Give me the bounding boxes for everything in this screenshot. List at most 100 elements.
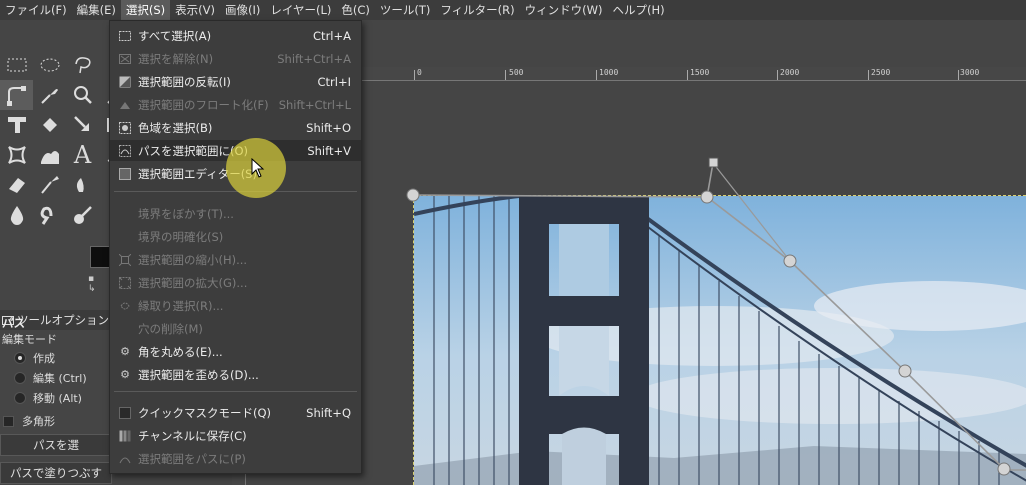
menu-item-label: 選択を解除(N): [138, 51, 214, 66]
ruler-label: 0: [417, 68, 422, 77]
menu-filters[interactable]: フィルター(R): [435, 0, 519, 20]
fill-path-button[interactable]: パスで塗りつぶす: [0, 462, 112, 484]
menu-tools[interactable]: ツール(T): [375, 0, 436, 20]
menu-item-shortcut: Shift+Ctrl+A: [277, 51, 351, 66]
mouse-cursor-icon: [251, 158, 265, 178]
select-menu: すべて選択(A) Ctrl+A 選択を解除(N) Shift+Ctrl+A 選択…: [109, 20, 362, 474]
menu-by-color[interactable]: 色域を選択(B) Shift+O: [110, 117, 361, 138]
blur-icon[interactable]: [0, 200, 33, 230]
radio-indicator: [14, 352, 26, 364]
align-icon[interactable]: [33, 110, 66, 140]
bucket-fill-icon[interactable]: [33, 140, 66, 170]
menu-item-shortcut: Shift+Ctrl+L: [278, 97, 351, 112]
dodge-icon[interactable]: [33, 200, 66, 230]
text-icon[interactable]: A: [66, 140, 99, 170]
menu-separator: [114, 191, 357, 192]
ruler-label: 2500: [871, 68, 891, 77]
menu-shrink[interactable]: 選択範囲の縮小(H)...: [110, 249, 361, 270]
menu-remove-holes[interactable]: 穴の削除(M): [110, 318, 361, 339]
move-icon[interactable]: [0, 110, 33, 140]
paintbrush-icon[interactable]: [66, 200, 99, 230]
paths-tool-icon[interactable]: [0, 80, 33, 110]
menu-rounded-rectangle[interactable]: ⚙ 角を丸める(E)...: [110, 341, 361, 362]
free-select-icon[interactable]: [66, 50, 99, 80]
invert-icon: [118, 75, 132, 89]
zoom-icon[interactable]: [66, 80, 99, 110]
menu-select-none[interactable]: 選択を解除(N) Shift+Ctrl+A: [110, 48, 361, 69]
ruler-label: 1000: [599, 68, 619, 77]
menu-edit[interactable]: 編集(E): [72, 0, 121, 20]
menu-image[interactable]: 画像(I): [220, 0, 265, 20]
select-all-icon: [118, 29, 132, 43]
menu-item-label: 選択範囲の反転(I): [138, 74, 231, 89]
swap-colors-icon[interactable]: ▪ ↳: [88, 274, 102, 294]
checkbox-icon: [118, 406, 132, 420]
tool-options-title: パス: [2, 316, 25, 330]
mode-edit-radio[interactable]: 編集 (Ctrl): [14, 370, 87, 386]
menu-item-label: 境界をぼかす(T)...: [138, 206, 234, 221]
clone-icon[interactable]: [66, 170, 99, 200]
polygonal-checkbox[interactable]: 多角形: [3, 413, 55, 429]
mode-move-radio[interactable]: 移動 (Alt): [14, 390, 82, 406]
warp-icon[interactable]: [0, 140, 33, 170]
ruler-tick: [777, 70, 778, 80]
menu-invert[interactable]: 選択範囲の反転(I) Ctrl+I: [110, 71, 361, 92]
menu-help[interactable]: ヘルプ(H): [607, 0, 669, 20]
mode-design-radio[interactable]: 作成: [14, 350, 55, 366]
menu-item-label: チャンネルに保存(C): [138, 428, 247, 443]
transform-icon[interactable]: [66, 110, 99, 140]
menu-item-label: すべて選択(A): [138, 28, 212, 43]
menu-grow[interactable]: 選択範囲の拡大(G)...: [110, 272, 361, 293]
menu-save-to-channel[interactable]: チャンネルに保存(C): [110, 425, 361, 446]
ruler-label: 1500: [690, 68, 710, 77]
canvas-image[interactable]: [413, 195, 1026, 485]
channel-icon: [118, 429, 132, 443]
radio-indicator: [14, 372, 26, 384]
ruler-label: 2000: [780, 68, 800, 77]
menu-layer[interactable]: レイヤー(L): [265, 0, 336, 20]
menu-view[interactable]: 表示(V): [170, 0, 220, 20]
select-none-icon: [118, 52, 132, 66]
bridge-photo: [414, 196, 1026, 485]
menu-distort[interactable]: ⚙ 選択範囲を歪める(D)...: [110, 364, 361, 385]
menu-quick-mask[interactable]: クイックマスクモード(Q) Shift+Q: [110, 402, 361, 423]
ellipse-select-icon[interactable]: [33, 50, 66, 80]
tab-tool-options-label: ツールオプション: [17, 313, 109, 327]
polygonal-label: 多角形: [22, 415, 55, 428]
rect-select-icon[interactable]: [0, 50, 33, 80]
ruler-tick: [868, 70, 869, 80]
menu-item-shortcut: Shift+Q: [306, 405, 351, 420]
ruler-tick: [687, 70, 688, 80]
menu-item-label: 境界の明確化(S): [138, 229, 224, 244]
horizontal-ruler[interactable]: 0 500 1000 1500 2000 2500 3000: [362, 67, 1026, 81]
ruler-tick: [958, 70, 959, 80]
color-picker-icon[interactable]: [33, 80, 66, 110]
menu-item-label: 選択範囲を歪める(D)...: [138, 367, 259, 382]
mode-move-label: 移動 (Alt): [33, 392, 82, 405]
selection-from-path-button[interactable]: パスを選: [0, 434, 112, 456]
eraser-icon[interactable]: [0, 170, 33, 200]
menu-to-path[interactable]: 選択範囲をパスに(P): [110, 448, 361, 469]
menu-item-shortcut: Shift+O: [306, 120, 351, 135]
menu-border[interactable]: 縁取り選択(R)...: [110, 295, 361, 316]
menu-select-all[interactable]: すべて選択(A) Ctrl+A: [110, 25, 361, 46]
shrink-icon: [118, 253, 132, 267]
menu-item-label: 選択範囲をパスに(P): [138, 451, 246, 466]
menu-float[interactable]: 選択範囲のフロート化(F) Shift+Ctrl+L: [110, 94, 361, 115]
float-icon: [118, 98, 132, 112]
menu-feather[interactable]: 境界をぼかす(T)...: [110, 203, 361, 224]
menubar: ファイル(F) 編集(E) 選択(S) 表示(V) 画像(I) レイヤー(L) …: [0, 0, 1026, 20]
menu-item-label: クイックマスクモード(Q): [138, 405, 272, 420]
menu-windows[interactable]: ウィンドウ(W): [520, 0, 608, 20]
grow-icon: [118, 276, 132, 290]
gear-icon: ⚙: [120, 345, 130, 358]
mode-design-label: 作成: [33, 352, 55, 365]
gear-icon: ⚙: [120, 368, 130, 381]
menu-file[interactable]: ファイル(F): [0, 0, 72, 20]
menu-colors[interactable]: 色(C): [336, 0, 375, 20]
path-handle[interactable]: [708, 157, 719, 168]
airbrush-icon[interactable]: [33, 170, 66, 200]
menu-select[interactable]: 選択(S): [120, 0, 171, 20]
menu-sharpen[interactable]: 境界の明確化(S): [110, 226, 361, 247]
radio-indicator: [14, 392, 26, 404]
